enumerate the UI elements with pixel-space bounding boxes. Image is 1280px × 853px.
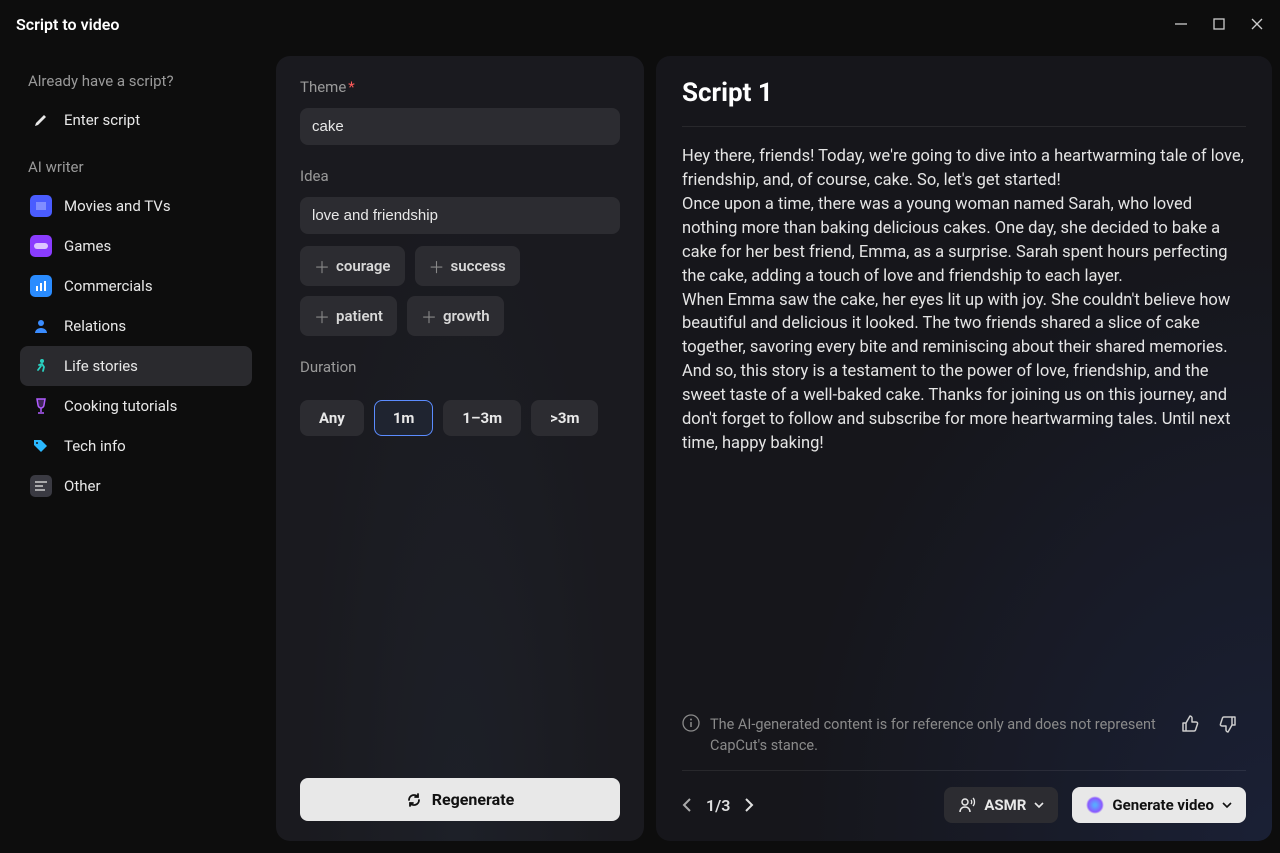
window-title: Script to video <box>16 15 119 34</box>
pager-next[interactable] <box>744 797 754 813</box>
wine-glass-icon <box>30 395 52 417</box>
person-icon <box>30 315 52 337</box>
sidebar-heading-ai: AI writer <box>20 150 252 186</box>
close-button[interactable] <box>1250 17 1264 31</box>
sidebar-item-label: Tech info <box>64 437 126 455</box>
sidebar-item-commercials[interactable]: Commercials <box>20 266 252 306</box>
plus-icon: ＋ <box>421 304 437 328</box>
sidebar-item-movies[interactable]: Movies and TVs <box>20 186 252 226</box>
duration-label: Duration <box>300 358 620 376</box>
thumbs-up-button[interactable] <box>1180 714 1200 734</box>
chip-courage[interactable]: ＋courage <box>300 246 405 286</box>
generate-video-button[interactable]: Generate video <box>1072 787 1246 823</box>
disclaimer-row: The AI-generated content is for referenc… <box>682 700 1246 771</box>
tag-icon <box>30 435 52 457</box>
chevron-down-icon <box>1034 801 1044 809</box>
script-bottom-row: 1/3 ASMR Generate video <box>682 771 1246 823</box>
regenerate-button[interactable]: Regenerate <box>300 778 620 821</box>
required-star: * <box>348 78 354 96</box>
voice-icon <box>958 796 976 814</box>
sparkle-icon <box>1086 796 1104 814</box>
theme-input[interactable] <box>300 108 620 145</box>
pager-count: 1/3 <box>706 796 730 815</box>
sidebar-heading-script: Already have a script? <box>20 64 252 100</box>
chip-success[interactable]: ＋success <box>415 246 520 286</box>
chip-growth[interactable]: ＋growth <box>407 296 504 336</box>
sidebar-item-label: Enter script <box>64 111 140 129</box>
titlebar: Script to video <box>0 0 1280 48</box>
maximize-button[interactable] <box>1212 17 1226 31</box>
voice-select-button[interactable]: ASMR <box>944 787 1058 823</box>
film-icon <box>30 195 52 217</box>
duration-1m[interactable]: 1m <box>374 400 434 436</box>
chip-patient[interactable]: ＋patient <box>300 296 397 336</box>
sidebar-enter-script[interactable]: Enter script <box>20 100 252 140</box>
sidebar-item-label: Commercials <box>64 277 153 295</box>
sidebar-item-tech[interactable]: Tech info <box>20 426 252 466</box>
sidebar-item-other[interactable]: Other <box>20 466 252 506</box>
idea-chips: ＋courage ＋success ＋patient ＋growth <box>300 246 620 336</box>
sidebar-item-label: Movies and TVs <box>64 197 171 215</box>
sidebar-item-label: Relations <box>64 317 126 335</box>
chevron-down-icon <box>1222 801 1232 809</box>
script-title: Script 1 <box>682 78 1246 127</box>
gamepad-icon <box>30 235 52 257</box>
pencil-icon <box>30 109 52 131</box>
theme-label: Theme* <box>300 78 620 96</box>
duration-1-3m[interactable]: 1–3m <box>443 400 521 436</box>
walking-icon <box>30 355 52 377</box>
thumbs-down-button[interactable] <box>1218 714 1238 734</box>
duration-gt3m[interactable]: >3m <box>531 400 598 436</box>
plus-icon: ＋ <box>314 254 330 278</box>
form-panel: Theme* Idea ＋courage ＋success ＋patient ＋… <box>276 56 644 841</box>
disclaimer-text: The AI-generated content is for referenc… <box>710 714 1170 756</box>
minimize-button[interactable] <box>1174 17 1188 31</box>
sidebar-item-games[interactable]: Games <box>20 226 252 266</box>
info-icon <box>682 714 700 732</box>
refresh-icon <box>406 792 422 808</box>
sidebar-item-label: Games <box>64 237 111 255</box>
plus-icon: ＋ <box>314 304 330 328</box>
pager-prev[interactable] <box>682 797 692 813</box>
sidebar-item-life-stories[interactable]: Life stories <box>20 346 252 386</box>
chart-icon <box>30 275 52 297</box>
sidebar-item-cooking[interactable]: Cooking tutorials <box>20 386 252 426</box>
sidebar-item-label: Other <box>64 477 101 495</box>
sidebar: Already have a script? Enter script AI w… <box>8 56 264 841</box>
pager: 1/3 <box>682 796 754 815</box>
window-controls <box>1174 17 1264 31</box>
idea-label: Idea <box>300 167 620 185</box>
duration-options: Any 1m 1–3m >3m <box>300 400 620 436</box>
menu-icon <box>30 475 52 497</box>
script-panel: Script 1 Hey there, friends! Today, we'r… <box>656 56 1272 841</box>
duration-any[interactable]: Any <box>300 400 364 436</box>
script-body[interactable]: Hey there, friends! Today, we're going t… <box>682 127 1246 700</box>
plus-icon: ＋ <box>429 254 445 278</box>
sidebar-item-label: Cooking tutorials <box>64 397 177 415</box>
idea-input[interactable] <box>300 197 620 234</box>
sidebar-item-relations[interactable]: Relations <box>20 306 252 346</box>
sidebar-item-label: Life stories <box>64 357 138 375</box>
